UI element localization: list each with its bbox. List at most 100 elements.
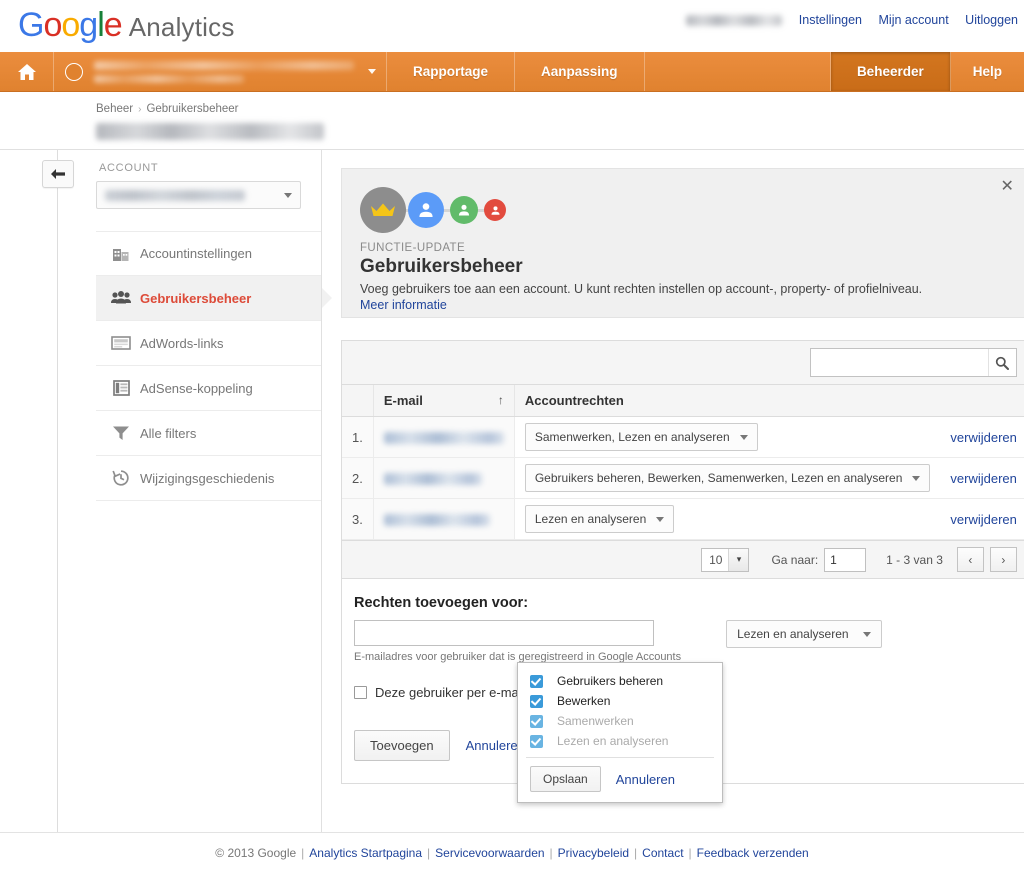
top-bar: GoogleAnalytics Instellingen Mijn accoun… [0,0,1024,52]
next-page-button[interactable]: › [990,547,1017,572]
add-user-button[interactable]: Toevoegen [354,730,450,761]
promo-title: Gebruikersbeheer [360,256,1007,278]
sidebar-item-adwords-links[interactable]: AdWords-links [96,321,321,366]
breadcrumb-separator: › [138,104,141,115]
notify-checkbox[interactable] [354,686,367,699]
sidebar-item-label: Alle filters [140,426,196,441]
arrow-left-icon [50,168,66,180]
top-right-links: Instellingen Mijn account Uitloggen [686,13,1018,27]
breadcrumb-area: Beheer›Gebruikersbeheer [0,92,1024,150]
feature-update-card: ✕ [341,168,1024,318]
tab-help[interactable]: Help [951,52,1024,91]
delete-user-link[interactable]: verwijderen [950,430,1016,445]
footer-link-privacy[interactable]: Privacybeleid [558,846,629,860]
delete-user-link[interactable]: verwijderen [950,471,1016,486]
goto-page-input[interactable] [824,548,866,572]
avatar-viewer [484,199,506,221]
collapse-sidebar-button[interactable] [42,160,74,188]
sidebar-item-adsense-koppeling[interactable]: AdSense-koppeling [96,366,321,411]
sidebar-item-wijzigingsgeschiedenis[interactable]: Wijzigingsgeschiedenis [96,456,321,501]
chevron-down-icon [284,193,292,198]
row-email [373,458,514,499]
table-row: 3. Lezen en analyseren verwijderen [342,499,1024,540]
role-dropdown[interactable]: Lezen en analyseren [726,620,881,648]
footer-link-contact[interactable]: Contact [642,846,683,860]
users-icon [102,291,140,305]
settings-link[interactable]: Instellingen [799,13,862,27]
home-button[interactable] [0,52,54,91]
tab-aanpassing[interactable]: Aanpassing [515,52,645,91]
row-email [373,417,514,458]
primary-navbar: Rapportage Aanpassing Beheerder Help [0,52,1024,92]
prev-page-button[interactable]: ‹ [957,547,984,572]
result-range: 1 - 3 van 3 [886,553,943,567]
chevron-down-icon [368,69,376,74]
row-actions: verwijderen [940,417,1024,458]
adwords-icon [102,336,140,350]
breadcrumb-beheer[interactable]: Beheer [96,103,133,115]
permissions-value: Gebruikers beheren, Bewerken, Samenwerke… [535,471,903,485]
row-email-masked [384,432,504,444]
permissions-dropdown[interactable]: Lezen en analyseren [525,505,674,533]
sidebar-item-accountinstellingen[interactable]: Accountinstellingen [96,231,321,276]
search-button[interactable] [988,349,1016,376]
delete-user-link[interactable]: verwijderen [950,512,1016,527]
selected-account-masked [94,61,360,83]
row-index: 1. [342,417,373,458]
dropdown-option-bewerken[interactable]: Bewerken [518,691,722,711]
users-table: E-mail ↑ Accountrechten 1. [342,385,1024,540]
footer-link-feedback[interactable]: Feedback verzenden [697,846,809,860]
footer-separator: | [634,846,637,860]
my-account-link[interactable]: Mijn account [879,13,949,27]
role-value: Lezen en analyseren [737,627,848,641]
main-divider [321,150,322,835]
dropdown-option-gebruikers-beheren[interactable]: Gebruikers beheren [518,671,722,691]
option-label: Gebruikers beheren [557,674,663,688]
navbar-spacer [645,52,831,91]
checkbox-checked-icon[interactable] [530,675,543,688]
sign-out-link[interactable]: Uitloggen [965,13,1018,27]
tab-beheerder[interactable]: Beheerder [831,52,951,91]
add-form-row: E-mailadres voor gebruiker dat is geregi… [354,620,1013,663]
search-input[interactable] [811,349,988,376]
search-box[interactable] [810,348,1017,377]
save-permissions-button[interactable]: Opslaan [530,766,601,792]
account-dropdown[interactable] [96,181,301,209]
left-rail [0,150,96,835]
footer-link-terms[interactable]: Servicevoorwaarden [435,846,544,860]
dropdown-option-lezen-en-analyseren: Lezen en analyseren [518,731,722,751]
goto-label: Ga naar: [771,553,818,567]
sidebar-item-label: Gebruikersbeheer [140,291,251,306]
footer-link-analytics-home[interactable]: Analytics Startpagina [309,846,422,860]
tab-rapportage[interactable]: Rapportage [387,52,515,91]
permissions-dropdown[interactable]: Samenwerken, Lezen en analyseren [525,423,758,451]
permissions-value: Samenwerken, Lezen en analyseren [535,430,730,444]
cancel-add-link[interactable]: Annuleren [466,738,525,753]
footer-separator: | [689,846,692,860]
table-header-row: E-mail ↑ Accountrechten [342,385,1024,417]
google-analytics-logo: GoogleAnalytics [18,6,235,45]
row-index: 2. [342,458,373,499]
permissions-dropdown[interactable]: Gebruikers beheren, Bewerken, Samenwerke… [525,464,931,492]
cancel-permissions-link[interactable]: Annuleren [616,772,675,787]
chevron-down-icon [740,435,748,440]
promo-learn-more-link[interactable]: Meer informatie [360,298,447,312]
table-row: 2. Gebruikers beheren, Bewerken, Samenwe… [342,458,1024,499]
avatar-owner [360,187,406,233]
sidebar-item-label: Wijzigingsgeschiedenis [140,471,274,486]
sidebar-item-alle-filters[interactable]: Alle filters [96,411,321,456]
users-panel: E-mail ↑ Accountrechten 1. [341,340,1024,579]
close-icon[interactable]: ✕ [1000,179,1013,195]
account-dropdown-value-masked [105,190,245,201]
option-label: Samenwerken [557,714,634,728]
dropdown-actions: Opslaan Annuleren [518,758,722,802]
email-field[interactable] [354,620,654,646]
col-email[interactable]: E-mail ↑ [373,385,514,417]
checkbox-checked-icon[interactable] [530,695,543,708]
rows-per-page-select[interactable]: 10 ▾ [701,548,749,572]
add-form-title: Rechten toevoegen voor: [354,595,1013,611]
account-property-selector[interactable] [54,52,387,91]
sidebar-item-gebruikersbeheer[interactable]: Gebruikersbeheer [96,276,321,321]
row-permissions: Gebruikers beheren, Bewerken, Samenwerke… [514,458,940,499]
checkbox-checked-icon [530,735,543,748]
